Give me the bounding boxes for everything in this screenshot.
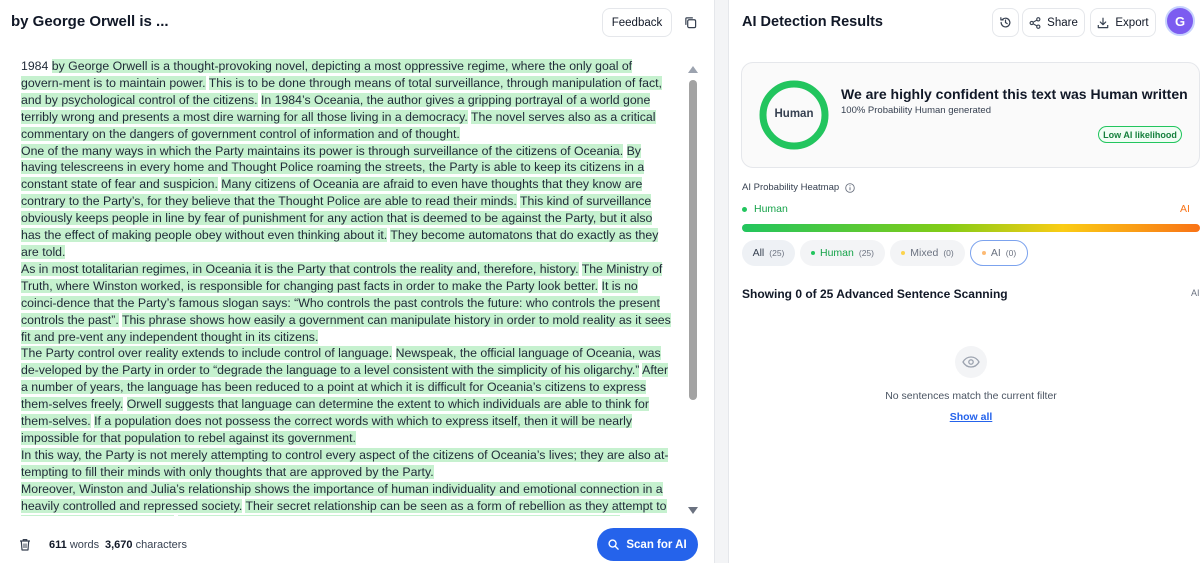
empty-state-message: No sentences match the current filter bbox=[885, 390, 1057, 402]
human-sentence: If a population does not possess the cor… bbox=[21, 414, 633, 445]
word-count-value: 611 bbox=[49, 539, 67, 551]
eye-icon bbox=[962, 356, 980, 368]
legend-ai: AI bbox=[1180, 203, 1190, 215]
trash-icon[interactable] bbox=[19, 538, 31, 551]
word-count-label: words bbox=[69, 539, 100, 551]
document-title: by George Orwell is ... bbox=[11, 13, 169, 30]
heatmap-title: AI Probability Heatmap bbox=[742, 182, 855, 193]
character-count: 3,670 characters bbox=[105, 539, 187, 551]
history-icon bbox=[1000, 17, 1011, 28]
filter-human-count: (25) bbox=[858, 248, 874, 258]
probability-heatmap-bar bbox=[742, 224, 1200, 232]
filter-human-label: Human bbox=[820, 247, 854, 259]
filter-ai[interactable]: AI (0) bbox=[970, 240, 1028, 266]
legend-human-label: Human bbox=[754, 203, 788, 215]
filter-all-count: (25) bbox=[769, 248, 785, 258]
feedback-button[interactable]: Feedback bbox=[602, 8, 672, 37]
word-count: 611 words bbox=[49, 539, 99, 551]
sentence-scan-ai-label: AI bbox=[1191, 288, 1200, 298]
document-text[interactable]: 1984 by George Orwell is a thought-provo… bbox=[21, 58, 673, 516]
verdict-heading: We are highly confident this text was Hu… bbox=[841, 86, 1188, 102]
filter-mixed-label: Mixed bbox=[910, 247, 939, 259]
human-sentence: In this way, the Party is not merely att… bbox=[21, 447, 669, 479]
scan-button-label: Scan for AI bbox=[626, 538, 687, 551]
sentence-scan-heading: Showing 0 of 25 Advanced Sentence Scanni… bbox=[742, 287, 1008, 301]
human-sentence: The Party control over reality extends t… bbox=[21, 346, 393, 361]
empty-state bbox=[955, 346, 987, 378]
show-all-link[interactable]: Show all bbox=[742, 411, 1200, 423]
text-span: 1984 bbox=[21, 59, 52, 73]
heatmap-title-text: AI Probability Heatmap bbox=[742, 182, 840, 193]
filter-ai-label: AI bbox=[990, 247, 1001, 259]
character-count-label: characters bbox=[135, 539, 187, 551]
filter-all-label: All bbox=[752, 247, 765, 259]
mixed-dot-icon bbox=[901, 251, 906, 255]
verdict-probability: 100% Probability Human generated bbox=[841, 105, 991, 116]
results-title: AI Detection Results bbox=[742, 14, 883, 30]
human-sentence: As in most totalitarian regimes, in Ocea… bbox=[21, 261, 579, 276]
share-icon bbox=[1029, 16, 1041, 29]
ai-dot-icon bbox=[981, 251, 986, 255]
scan-for-ai-button[interactable]: Scan for AI bbox=[597, 528, 698, 561]
filter-ai-count: (0) bbox=[1005, 248, 1017, 258]
download-icon bbox=[1098, 17, 1109, 28]
copy-icon bbox=[684, 17, 696, 29]
character-count-value: 3,670 bbox=[105, 539, 133, 551]
feedback-label: Feedback bbox=[611, 16, 663, 29]
human-sentence: One of the many ways in which the Party … bbox=[21, 143, 624, 158]
user-avatar[interactable]: G bbox=[1165, 6, 1195, 36]
share-button[interactable]: Share bbox=[1022, 8, 1085, 37]
share-label: Share bbox=[1047, 16, 1078, 29]
donut-label: Human bbox=[774, 108, 814, 120]
filter-human[interactable]: Human (25) bbox=[800, 240, 885, 266]
filter-mixed-count: (0) bbox=[943, 248, 954, 258]
ai-likelihood-badge: Low AI likelihood bbox=[1098, 126, 1182, 143]
export-button[interactable]: Export bbox=[1090, 8, 1156, 37]
info-icon[interactable] bbox=[845, 182, 855, 193]
scroll-down-arrow-icon[interactable] bbox=[688, 507, 698, 514]
human-dot-icon bbox=[811, 251, 815, 255]
legend-human: Human bbox=[742, 203, 788, 215]
history-button[interactable] bbox=[992, 8, 1019, 37]
scrollbar-thumb[interactable] bbox=[689, 80, 697, 400]
filter-all[interactable]: All (25) bbox=[742, 240, 795, 266]
search-icon bbox=[608, 539, 620, 550]
copy-button[interactable] bbox=[676, 8, 704, 37]
human-dot-icon bbox=[742, 206, 747, 212]
export-label: Export bbox=[1115, 16, 1149, 29]
scroll-up-arrow-icon[interactable] bbox=[688, 66, 698, 73]
filter-mixed[interactable]: Mixed (0) bbox=[890, 240, 965, 266]
